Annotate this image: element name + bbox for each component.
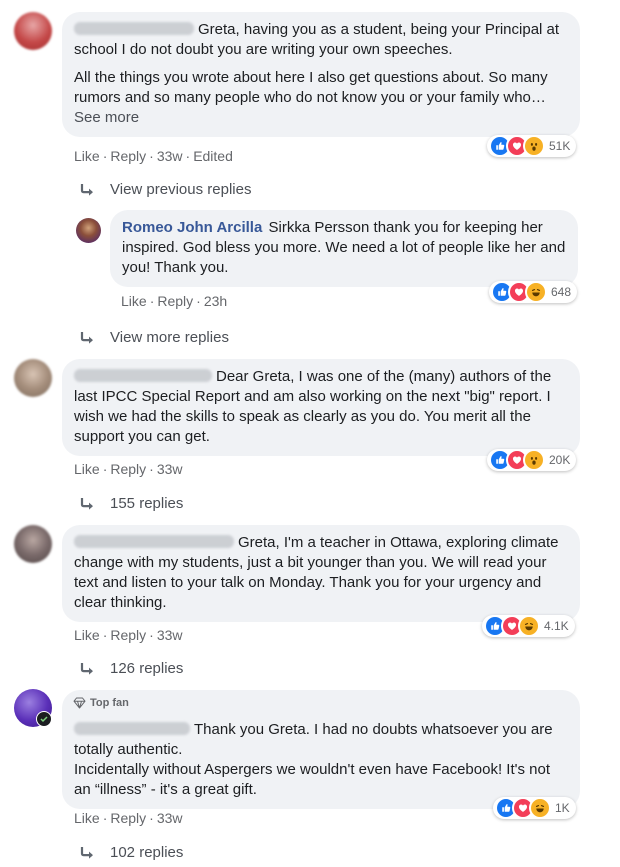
haha-icon: [518, 615, 540, 637]
reaction-count: 4.1K: [544, 619, 569, 633]
like-link[interactable]: Like: [74, 148, 100, 164]
replies-count-label: 126 replies: [110, 660, 184, 677]
like-link[interactable]: Like: [74, 627, 100, 643]
comment-actions: Like · Reply · 33w · Edited: [74, 148, 233, 164]
view-more-replies-link[interactable]: View more replies: [80, 328, 229, 348]
avatar[interactable]: [14, 12, 52, 50]
reaction-summary[interactable]: 20K: [487, 449, 577, 471]
haha-icon: [525, 281, 547, 303]
redacted-author-name[interactable]: [74, 22, 194, 35]
top-fan-label: Top fan: [90, 697, 129, 709]
reaction-count: 1K: [555, 801, 570, 815]
reaction-summary[interactable]: 4.1K: [482, 615, 575, 637]
top-fan-badge[interactable]: Top fan: [73, 697, 129, 709]
reply-link[interactable]: Reply: [110, 461, 146, 477]
avatar[interactable]: [14, 359, 52, 397]
reaction-summary[interactable]: 51K: [487, 135, 577, 157]
timestamp[interactable]: 33w: [157, 461, 183, 477]
comment-text: Incidentally without Aspergers we wouldn…: [74, 761, 551, 798]
edited-label: Edited: [193, 148, 233, 164]
reply-arrow-icon: [80, 846, 96, 860]
reply-link[interactable]: Reply: [157, 293, 193, 309]
reaction-count: 20K: [549, 453, 571, 467]
wow-icon: [523, 135, 545, 157]
author-name[interactable]: Romeo John Arcilla: [122, 219, 262, 236]
comment-bubble: Thank you Greta. I had no doubts whatsoe…: [62, 690, 580, 809]
reply-link[interactable]: Reply: [110, 810, 146, 826]
reply-arrow-icon: [80, 662, 96, 676]
redacted-author-name[interactable]: [74, 722, 190, 735]
comment-actions: Like · Reply · 33w: [74, 627, 183, 643]
haha-icon: [529, 797, 551, 819]
comment-principal: Greta, having you as a student, being yo…: [0, 0, 620, 180]
reply-arrow-icon: [80, 331, 96, 345]
comment-bubble: Dear Greta, I was one of the (many) auth…: [62, 359, 580, 456]
see-more-link[interactable]: See more: [74, 109, 139, 126]
view-replies-link[interactable]: 126 replies: [80, 659, 183, 679]
comment-bubble: Greta, having you as a student, being yo…: [62, 12, 580, 137]
reaction-count: 51K: [549, 139, 571, 153]
reply-arrow-icon: [80, 183, 96, 197]
top-fan-badge-icon: [36, 711, 52, 727]
timestamp[interactable]: 33w: [157, 627, 183, 643]
avatar[interactable]: [76, 218, 101, 243]
replies-count-label: 102 replies: [110, 844, 184, 861]
redacted-author-name[interactable]: [74, 369, 212, 382]
comment-actions: Like · Reply · 33w: [74, 810, 183, 826]
like-link[interactable]: Like: [74, 810, 100, 826]
reaction-summary[interactable]: 648: [489, 281, 578, 303]
timestamp[interactable]: 23h: [204, 293, 227, 309]
reply-arrow-icon: [80, 497, 96, 511]
like-link[interactable]: Like: [121, 293, 147, 309]
view-replies-link[interactable]: 102 replies: [80, 843, 183, 863]
comment-bubble: Greta, I'm a teacher in Ottawa, explorin…: [62, 525, 580, 622]
replies-count-label: 155 replies: [110, 495, 184, 512]
redacted-author-name[interactable]: [74, 535, 234, 548]
view-replies-link[interactable]: 155 replies: [80, 494, 183, 514]
timestamp[interactable]: 33w: [157, 148, 183, 164]
comment-bubble: Romeo John Arcilla Sirkka Persson thank …: [110, 210, 578, 287]
timestamp[interactable]: 33w: [157, 810, 183, 826]
comment-actions: Like · Reply · 33w: [74, 461, 183, 477]
reply-link[interactable]: Reply: [110, 148, 146, 164]
wow-icon: [523, 449, 545, 471]
view-previous-replies-link[interactable]: View previous replies: [80, 180, 251, 200]
view-previous-replies-label: View previous replies: [110, 181, 252, 198]
reaction-count: 648: [551, 285, 572, 299]
comment-text: All the things you wrote about here I al…: [74, 69, 548, 106]
view-more-replies-label: View more replies: [110, 329, 229, 346]
reaction-summary[interactable]: 1K: [493, 797, 576, 819]
avatar[interactable]: [14, 525, 52, 563]
comment-actions: Like · Reply · 23h: [121, 293, 228, 309]
like-link[interactable]: Like: [74, 461, 100, 477]
diamond-icon: [73, 697, 86, 709]
reply-link[interactable]: Reply: [110, 627, 146, 643]
